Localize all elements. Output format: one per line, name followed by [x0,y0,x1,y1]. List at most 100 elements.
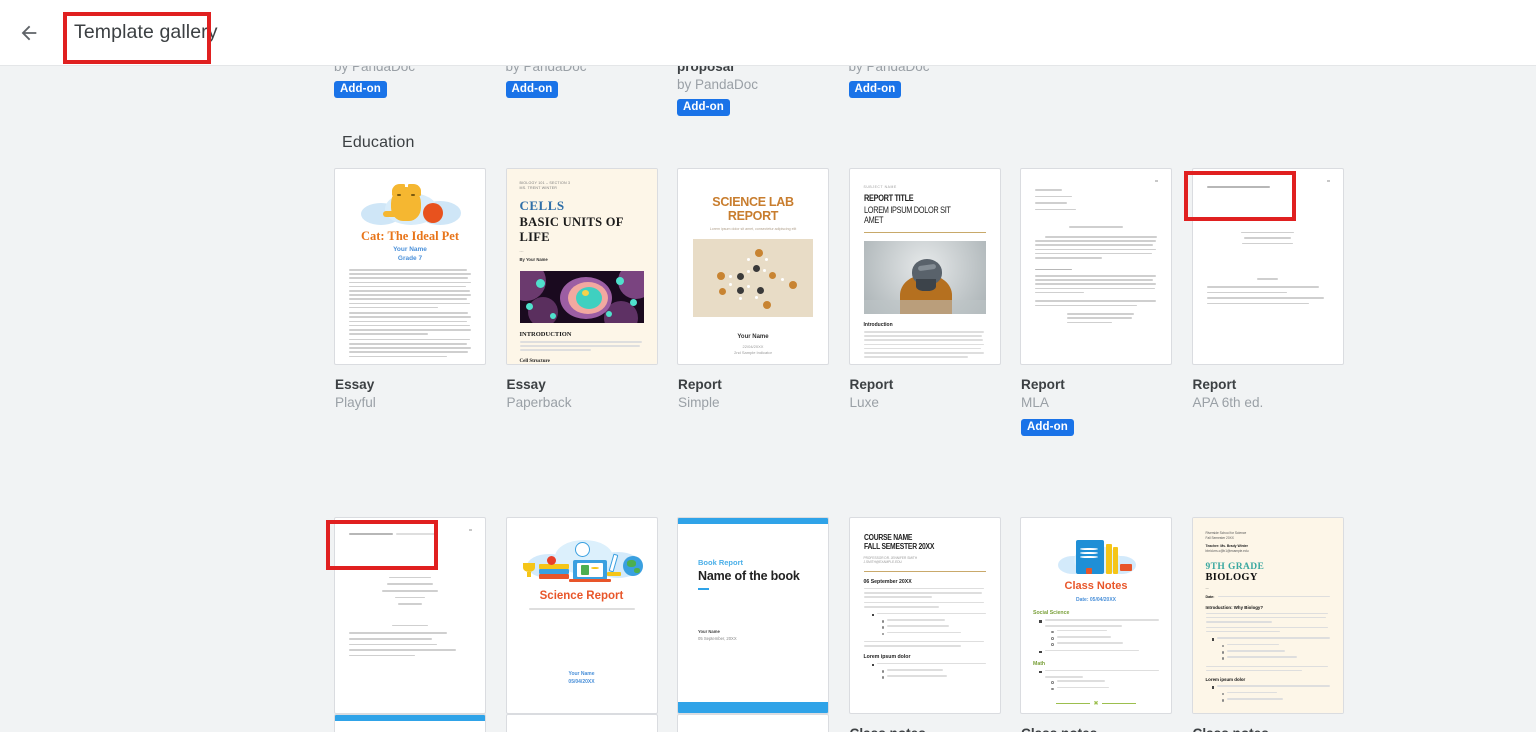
template-card[interactable]: Book Report Name of the book Your Name 0… [677,517,829,732]
addon-badge: Add-on [334,81,387,98]
template-labels: Essay Playful [334,365,486,411]
preview-title: Class Notes [1064,580,1128,592]
template-thumbnail-next-2[interactable] [505,714,658,732]
preview-heading-2: Cell Structure [519,358,550,364]
preview-heading-2: Math [1033,660,1046,667]
preview-kicker: SUBJECT NAME [863,185,897,189]
template-card[interactable]: Report APA 6th ed. [1183,168,1344,436]
prev-byline: by PandaDoc [334,66,416,74]
science-illustration [521,532,645,582]
template-card[interactable]: SUBJECT NAME REPORT TITLE LOREM IPSUM DO… [848,168,1001,436]
preview-heading-1: INTRODUCTION [519,331,572,338]
template-card[interactable]: Riverside School for Science Fall Semest… [1191,517,1344,732]
template-thumbnail-report-luxe[interactable]: SUBJECT NAME REPORT TITLE LOREM IPSUM DO… [848,168,1001,365]
preview-date-label: Date: [1205,594,1215,599]
addon-badge: Add-on [1021,419,1074,436]
preview-title: SCIENCE LAB REPORT [712,195,794,223]
preview-date: 06 September 20XX [863,578,912,585]
template-style: MLA [1021,395,1049,410]
preview-title-1: 9TH GRADE [1205,561,1265,572]
template-thumbnail-book-report[interactable]: Book Report Name of the book Your Name 0… [677,517,829,714]
preview-title: CELLS [519,198,565,213]
preview-title: COURSE NAME [863,533,912,542]
template-thumbnail-class-notes-luxe[interactable]: COURSE NAME FALL SEMESTER 20XX PROFESSOR… [848,517,1001,714]
addon-badge: Add-on [677,99,730,116]
prev-template-4[interactable]: by PandaDoc Add-on [848,66,1019,98]
template-thumbnail-class-notes-paperback[interactable]: Riverside School for Science Fall Semest… [1191,517,1344,714]
template-labels: Report MLA Add-on [1020,365,1172,436]
prev-byline: by PandaDoc [848,66,930,74]
preview-date: Date: 05/04/20XX [1075,597,1117,603]
template-card[interactable]: Report APA 7th ed. [326,517,486,732]
preview-meta: Your Name 05 September, 20XX [698,629,737,641]
preview-subtitle: LOREM IPSUM DOLOR SIT AMET [863,205,951,225]
template-card[interactable]: Science Report Your Name 05/04/20XX Repo… [505,517,658,732]
template-card[interactable]: Report MLA Add-on [1020,168,1172,436]
preview-subtitle-lines [528,608,635,612]
template-style: Simple [678,395,720,410]
template-grid: Cat: The Ideal Pet Your Name Grade 7 Ess… [326,168,1518,732]
preview-heading-1: Social Science [1033,610,1070,616]
cat-illustration [361,183,461,227]
prev-template-3[interactable]: proposal by PandaDoc Add-on [677,66,847,116]
preview-subtitle: FALL SEMESTER 20XX [863,542,934,551]
preview-title: REPORT TITLE [863,193,914,203]
preview-meta: Your Name 05/04/20XX [568,671,595,685]
preview-kicker2: MS. TRENT WINTER [519,186,558,190]
preview-author: Your Name [737,334,769,340]
template-card[interactable]: Cat: The Ideal Pet Your Name Grade 7 Ess… [334,168,486,436]
template-card[interactable]: BIOLOGY 101 – SECTION 3 MS. TRENT WINTER… [505,168,658,436]
template-card[interactable]: Class Notes Date: 05/04/20XX Social Scie… [1020,517,1172,732]
template-thumbnail-report-apa7[interactable] [334,517,486,714]
template-card[interactable]: SCIENCE LAB REPORT Lorem ipsum dolor sit… [677,168,829,436]
template-style: APA 6th ed. [1192,395,1264,410]
accent-bar-top [678,518,828,524]
accent-bar-bottom [678,702,828,713]
accent-dash [698,588,709,591]
preview-kicker-4: bbrid.ms.c@b1@example.edu [1205,548,1249,553]
preview-meta: 22/04/20XX 2nd Sample Indicator [734,344,772,355]
template-name: Essay [506,377,546,392]
template-style: Playful [335,395,376,410]
template-card[interactable]: COURSE NAME FALL SEMESTER 20XX PROFESSOR… [848,517,1001,732]
prev-byline: by PandaDoc [505,66,587,74]
template-labels: Essay Paperback [506,365,658,411]
prev-template-1[interactable]: by PandaDoc Add-on [334,66,504,98]
addon-badge: Add-on [848,81,902,98]
template-thumbnail-report-simple[interactable]: SCIENCE LAB REPORT Lorem ipsum dolor sit… [677,168,829,365]
template-thumbnail-essay-playful[interactable]: Cat: The Ideal Pet Your Name Grade 7 [334,168,486,365]
preview-heading: Lorem ipsum dolor [863,653,911,660]
preview-heading-1: Introduction: Why Biology? [1205,604,1264,610]
template-thumbnail-next-1[interactable] [334,714,486,732]
cell-illustration [519,271,644,323]
preview-subtitle: BASIC UNITS OF LIFE [519,215,624,244]
preview-meta-2: J.SMITH@EXAMPLE.EDU [863,560,902,564]
prev-byline: by PandaDoc [677,77,759,92]
preview-title-2: BIOLOGY [1205,571,1258,583]
back-button[interactable] [6,10,52,56]
app-header: Template gallery [0,0,1536,66]
prev-template-2[interactable]: by PandaDoc Add-on [505,66,676,98]
gallery-scroll-area[interactable]: by PandaDoc Add-on by PandaDoc Add-on pr… [0,66,1536,732]
preview-subtitle: Lorem ipsum dolor sit amet, consectetur … [709,227,797,231]
preview-heading: Introduction [863,322,893,328]
template-style: Luxe [849,395,879,410]
preview-heading-2: Lorem ipsum dolor [1205,677,1246,683]
previous-row-labels: by PandaDoc Add-on by PandaDoc Add-on pr… [334,66,1514,118]
template-labels: Report Luxe [849,365,1001,411]
template-thumbnail-report-mla[interactable] [1020,168,1172,365]
template-thumbnail-report-apa6[interactable] [1191,168,1344,365]
prev-name: proposal [677,66,735,74]
template-thumbnail-class-notes-playful[interactable]: Class Notes Date: 05/04/20XX Social Scie… [1020,517,1172,714]
template-thumbnail-report-playful[interactable]: Science Report Your Name 05/04/20XX [505,517,658,714]
addon-badge: Add-on [505,81,559,98]
book-illustration [1058,534,1136,578]
next-row-peek [334,714,1518,732]
template-labels: Report Simple [677,365,829,411]
molecule-illustration [693,239,813,317]
preview-subtitle: Your Name Grade 7 [393,246,427,262]
preview-bodytext [349,269,472,360]
template-thumbnail-essay-paperback[interactable]: BIOLOGY 101 – SECTION 3 MS. TRENT WINTER… [505,168,658,365]
template-thumbnail-next-3[interactable] [677,714,829,732]
template-labels: Report APA 6th ed. [1183,171,1344,411]
